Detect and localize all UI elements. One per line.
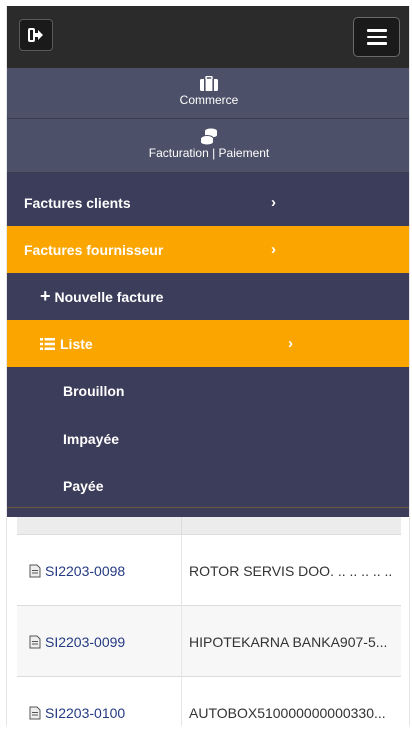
chevron-right-icon: › bbox=[271, 241, 276, 258]
menu-item-payee[interactable]: Payée bbox=[7, 462, 409, 509]
section-facturation-label: Facturation | Paiement bbox=[148, 146, 270, 160]
menu-item-label: Factures fournisseur bbox=[24, 241, 164, 258]
invoice-table: SI2203-0098 ROTOR SERVIS DOO. .. .. .. .… bbox=[17, 517, 401, 726]
document-icon bbox=[29, 635, 41, 649]
document-icon bbox=[29, 706, 41, 720]
table-row[interactable]: SI2203-0099 HIPOTEKARNA BANKA907-5... bbox=[17, 606, 401, 677]
supplier-name: ROTOR SERVIS DOO. .. .. .. .. .. bbox=[189, 563, 393, 579]
table-row[interactable]: SI2203-0098 ROTOR SERVIS DOO. .. .. .. .… bbox=[17, 535, 401, 606]
table-header bbox=[17, 517, 401, 535]
invoice-ref: SI2203-0098 bbox=[45, 563, 126, 579]
list-icon bbox=[40, 337, 55, 350]
menu-item-label: Impayée bbox=[63, 430, 120, 447]
invoice-ref-link[interactable]: SI2203-0099 bbox=[29, 634, 125, 650]
menu-item-brouillon[interactable]: Brouillon bbox=[7, 367, 409, 414]
menu-item-factures-clients[interactable]: Factures clients › bbox=[7, 179, 409, 226]
supplier-name: HIPOTEKARNA BANKA907-5... bbox=[189, 634, 388, 650]
hamburger-icon bbox=[366, 29, 387, 45]
menu-item-label: Factures clients bbox=[24, 194, 131, 211]
app-frame: Commerce Facturation | Paiement Factures… bbox=[6, 6, 410, 726]
menu-item-impayee[interactable]: Impayée bbox=[7, 415, 409, 462]
top-bar bbox=[7, 6, 409, 68]
sidebar-menu: Factures clients › Factures fournisseur … bbox=[7, 173, 409, 517]
invoice-ref-link[interactable]: SI2203-0098 bbox=[29, 563, 125, 579]
briefcase-icon bbox=[200, 76, 218, 91]
menu-item-label: Liste bbox=[40, 336, 93, 352]
chevron-right-icon: › bbox=[288, 335, 293, 352]
menu-item-label: Payée bbox=[63, 477, 104, 494]
liste-text: Liste bbox=[60, 335, 93, 352]
invoice-ref-link[interactable]: SI2203-0100 bbox=[29, 705, 125, 721]
invoice-ref: SI2203-0099 bbox=[45, 634, 126, 650]
nouvelle-facture-text: Nouvelle facture bbox=[54, 289, 164, 305]
menu-item-nouvelle-facture[interactable]: + Nouvelle facture bbox=[7, 273, 409, 320]
coins-icon bbox=[200, 128, 217, 145]
menu-item-liste[interactable]: Liste › bbox=[7, 320, 409, 367]
menu-item-label: Brouillon bbox=[63, 382, 125, 399]
menu-divider bbox=[7, 507, 409, 508]
section-facturation[interactable]: Facturation | Paiement bbox=[7, 119, 409, 173]
menu-item-label: + Nouvelle facture bbox=[40, 286, 163, 307]
document-icon bbox=[29, 564, 41, 578]
table-row[interactable]: SI2203-0100 AUTOBOX510000000000330... bbox=[17, 677, 401, 726]
section-commerce[interactable]: Commerce bbox=[7, 68, 409, 119]
plus-icon: + bbox=[40, 286, 51, 306]
logout-icon bbox=[28, 28, 43, 42]
section-commerce-label: Commerce bbox=[179, 93, 239, 107]
logout-button[interactable] bbox=[19, 19, 53, 51]
supplier-name: AUTOBOX510000000000330... bbox=[189, 705, 386, 721]
chevron-right-icon: › bbox=[271, 194, 276, 211]
menu-toggle-button[interactable] bbox=[353, 17, 400, 57]
menu-item-factures-fournisseur[interactable]: Factures fournisseur › bbox=[7, 226, 409, 273]
invoice-ref: SI2203-0100 bbox=[45, 705, 126, 721]
